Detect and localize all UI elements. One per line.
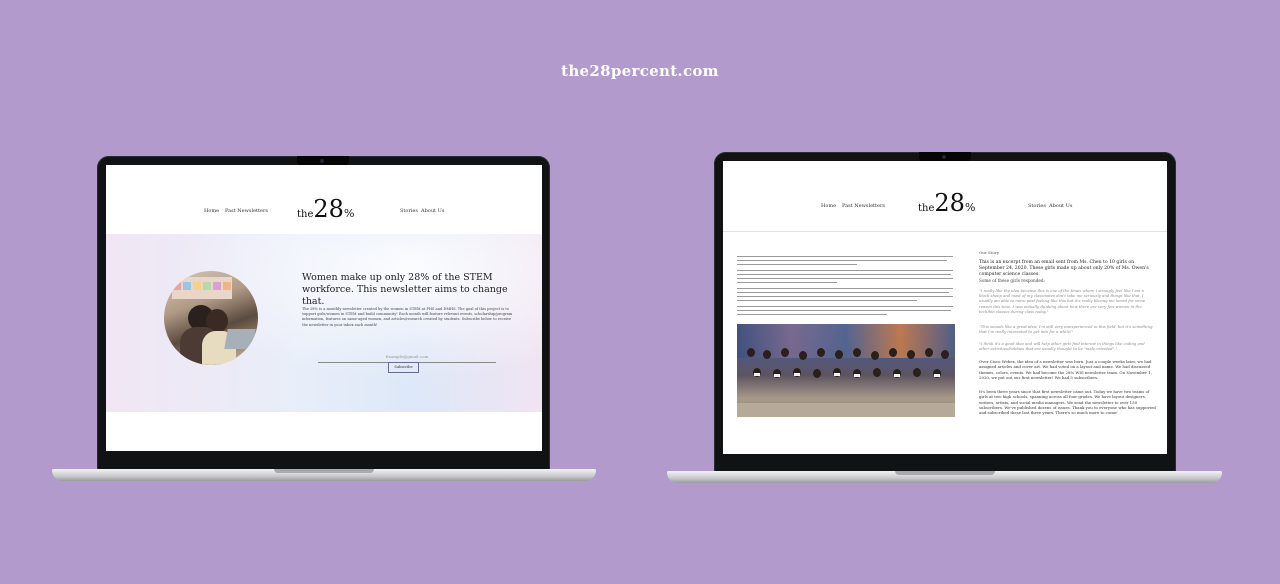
text-line [737, 314, 887, 315]
text-line [737, 292, 949, 293]
person-head [907, 350, 915, 359]
text-line [737, 278, 953, 279]
face-mask [894, 374, 900, 377]
text-line [737, 296, 953, 297]
story-paragraph: It's been three years since that first n… [979, 389, 1156, 416]
left-screen: Home Past Newsletters the28% Stories Abo… [106, 165, 542, 451]
face-mask [854, 374, 860, 377]
group-photo [737, 324, 955, 417]
nav-about-us[interactable]: About Us [421, 208, 444, 214]
person-head [853, 348, 861, 357]
laptop-in-photo [224, 329, 256, 349]
nav-home[interactable]: Home [821, 203, 836, 209]
story-quote: "I think it's a good idea and will help … [979, 341, 1145, 352]
hero-description: The 28% is a monthly newsletter created … [302, 307, 513, 327]
story-quote: "I really like the idea because this is … [979, 288, 1146, 314]
person-head [763, 350, 771, 359]
nav-stories[interactable]: Stories [400, 208, 418, 214]
left-laptop-base [52, 469, 596, 481]
face-mask [774, 374, 780, 377]
face-mask [754, 373, 760, 376]
text-line [737, 274, 951, 275]
email-placeholder: Example@gmail.com [385, 354, 429, 359]
text-line [737, 288, 953, 289]
face-mask [834, 373, 840, 376]
logo-number: 28 [313, 195, 344, 223]
base-notch [274, 469, 374, 473]
text-line [737, 256, 953, 257]
text-line [737, 300, 917, 301]
person-head [835, 350, 843, 359]
person-head [925, 348, 933, 357]
person-head [781, 348, 789, 357]
story-quote: "This sounds like a great idea! I'm stil… [979, 324, 1153, 335]
base-notch [895, 471, 995, 475]
story-title: Our Story [979, 250, 999, 255]
logo-percent: % [964, 201, 976, 214]
header-divider [723, 231, 1167, 232]
nav-past-newsletters[interactable]: Past Newsletters [225, 208, 268, 214]
text-line [737, 310, 951, 311]
person-head [889, 348, 897, 357]
hero-headline: Women make up only 28% of the STEM workf… [302, 272, 508, 307]
text-line [737, 260, 947, 261]
person-head [747, 348, 755, 357]
nav-home[interactable]: Home [204, 208, 219, 214]
hero-section: Women make up only 28% of the STEM workf… [106, 234, 542, 412]
story-subheading: Some of these girls responded: [979, 278, 1046, 283]
subscribe-button[interactable]: Subscribe [388, 362, 419, 373]
text-line [737, 264, 857, 265]
nav-stories[interactable]: Stories [1028, 203, 1046, 209]
nav-about-us[interactable]: About Us [1049, 203, 1072, 209]
site-nav: Home Past Newsletters the28% Stories Abo… [723, 161, 1167, 230]
person-head [813, 369, 821, 378]
text-line [737, 282, 837, 283]
right-screen: Home Past Newsletters the28% Stories Abo… [723, 161, 1167, 454]
text-line [737, 306, 953, 307]
site-logo[interactable]: the28% [297, 195, 354, 223]
person-head [817, 348, 825, 357]
students-photo [164, 271, 258, 365]
text-line [737, 270, 953, 271]
site-nav: Home Past Newsletters the28% Stories Abo… [106, 165, 542, 234]
story-paragraph: Over Cisco Webex, the idea of a newslett… [979, 359, 1152, 380]
person-head [913, 368, 921, 377]
site-logo[interactable]: the28% [918, 189, 975, 217]
logo-the: the [918, 203, 935, 214]
logo-the: the [297, 209, 314, 220]
photo-front-row [743, 368, 949, 388]
classroom-board [172, 277, 232, 299]
logo-number: 28 [934, 189, 965, 217]
story-lead: This is an excerpt from an email sent fr… [979, 260, 1149, 277]
person-head [799, 351, 807, 360]
right-laptop-bezel: Home Past Newsletters the28% Stories Abo… [714, 152, 1176, 472]
nav-past-newsletters[interactable]: Past Newsletters [842, 203, 885, 209]
person-head [873, 368, 881, 377]
logo-percent: % [343, 207, 355, 220]
right-laptop-base [667, 471, 1222, 483]
ground [737, 403, 955, 417]
left-laptop-bezel: Home Past Newsletters the28% Stories Abo… [97, 156, 550, 470]
face-mask [934, 374, 940, 377]
site-url: the28percent.com [561, 62, 719, 80]
person-head [941, 350, 949, 359]
photo-back-row [743, 348, 949, 368]
face-mask [794, 373, 800, 376]
person-head [871, 351, 879, 360]
